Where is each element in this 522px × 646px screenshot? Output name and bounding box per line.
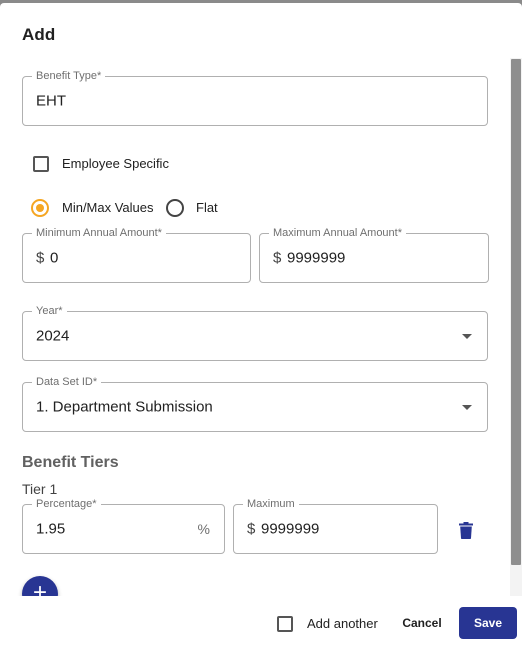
chevron-down-icon[interactable] <box>462 334 472 339</box>
tier-percentage-value[interactable]: 1.95 <box>36 521 65 538</box>
data-set-id-label: Data Set ID* <box>32 375 102 389</box>
tier-percentage-field[interactable]: Percentage* 1.95 % <box>22 497 225 554</box>
maximum-annual-amount-label: Maximum Annual Amount* <box>269 226 407 240</box>
add-another-label[interactable]: Add another <box>307 616 378 631</box>
tier-maximum-value[interactable]: 9999999 <box>261 521 319 538</box>
save-button[interactable]: Save <box>459 607 517 639</box>
employee-specific-label[interactable]: Employee Specific <box>62 156 169 171</box>
chevron-down-icon[interactable] <box>462 405 472 410</box>
year-value[interactable]: 2024 <box>36 328 69 345</box>
employee-specific-checkbox[interactable] <box>33 156 49 172</box>
data-set-id-select[interactable]: Data Set ID* 1. Department Submission <box>22 375 488 432</box>
flat-label[interactable]: Flat <box>196 200 218 215</box>
year-label: Year* <box>32 304 67 318</box>
tier-label: Tier 1 <box>22 481 58 497</box>
minimum-annual-amount-value[interactable]: 0 <box>50 250 58 267</box>
min-max-radio[interactable] <box>31 199 49 217</box>
add-dialog: Add Benefit Type* EHT Employee Specific … <box>0 3 522 646</box>
dollar-prefix: $ <box>247 520 256 538</box>
dialog-title: Add <box>22 25 56 44</box>
tier-maximum-label: Maximum <box>243 497 299 511</box>
flat-radio[interactable] <box>166 199 184 217</box>
dialog-footer: Add another Cancel Save <box>0 596 522 646</box>
tier-maximum-field[interactable]: Maximum $ 9999999 <box>233 497 438 554</box>
data-set-id-value[interactable]: 1. Department Submission <box>36 399 213 416</box>
benefit-type-value[interactable]: EHT <box>36 93 66 110</box>
cancel-button[interactable]: Cancel <box>392 607 452 639</box>
trash-icon[interactable] <box>459 522 473 539</box>
percent-suffix: % <box>197 521 210 537</box>
add-another-checkbox[interactable] <box>277 616 293 632</box>
benefit-tiers-heading: Benefit Tiers <box>22 454 119 471</box>
dollar-prefix: $ <box>36 249 45 267</box>
dialog-content[interactable]: Benefit Type* EHT Employee Specific Min/… <box>0 58 522 596</box>
min-max-label[interactable]: Min/Max Values <box>62 200 154 215</box>
year-select[interactable]: Year* 2024 <box>22 304 488 361</box>
benefit-type-label: Benefit Type* <box>32 69 106 83</box>
maximum-annual-amount-field[interactable]: Maximum Annual Amount* $ 9999999 <box>259 226 489 283</box>
minimum-annual-amount-field[interactable]: Minimum Annual Amount* $ 0 <box>22 226 251 283</box>
tier-percentage-label: Percentage* <box>32 497 101 511</box>
dollar-prefix: $ <box>273 249 282 267</box>
scrollbar-thumb[interactable] <box>511 59 521 565</box>
minimum-annual-amount-label: Minimum Annual Amount* <box>32 226 166 240</box>
benefit-type-field[interactable]: Benefit Type* EHT <box>22 69 488 126</box>
maximum-annual-amount-value[interactable]: 9999999 <box>287 250 345 267</box>
